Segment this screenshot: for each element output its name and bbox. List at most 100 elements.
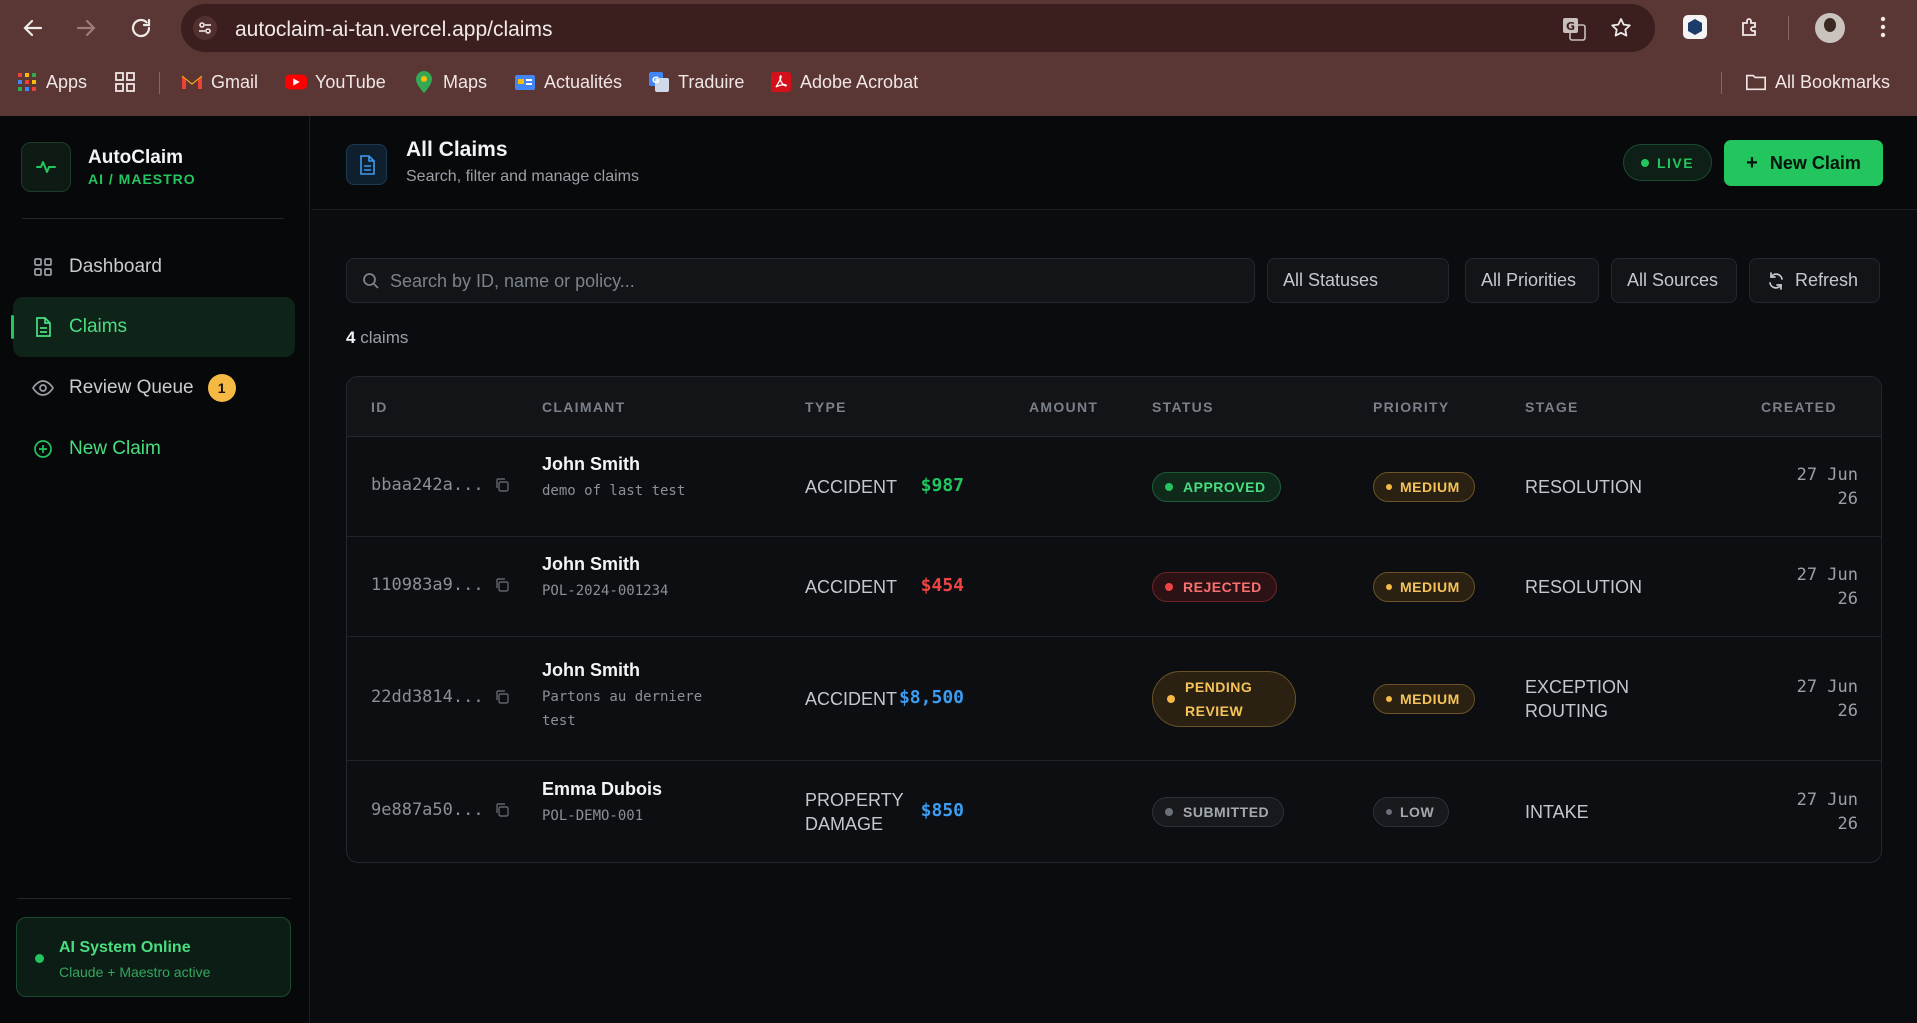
- new-claim-button[interactable]: + New Claim: [1724, 140, 1883, 186]
- priority-dot: [1386, 696, 1392, 702]
- bookmark-actualites[interactable]: Actualités: [514, 70, 622, 94]
- page-title: All Claims: [406, 138, 508, 161]
- bookmark-apps[interactable]: Apps: [16, 70, 87, 94]
- bookmark-adobe-acrobat[interactable]: Adobe Acrobat: [770, 70, 918, 94]
- document-icon: [31, 315, 55, 339]
- grid-icon: [114, 71, 136, 93]
- claim-amount: $987: [920, 475, 964, 496]
- back-button[interactable]: [17, 12, 49, 44]
- folder-icon: [1745, 71, 1767, 93]
- sidebar-item-new-claim[interactable]: New Claim: [13, 419, 295, 479]
- claim-id[interactable]: 9e887a50...: [371, 800, 510, 820]
- sidebar: AutoClaim AI / MAESTRO Dashboard Claims …: [0, 116, 310, 1023]
- claim-id[interactable]: bbaa242a...: [371, 475, 510, 495]
- brand-name: AutoClaim: [88, 147, 183, 168]
- priority-filter-select[interactable]: All Priorities: [1465, 258, 1599, 303]
- claimant-policy: demo of last test: [542, 483, 686, 499]
- ai-status-subtitle: Claude + Maestro active: [59, 964, 211, 980]
- col-id[interactable]: ID: [371, 399, 388, 415]
- search-input[interactable]: Search by ID, name or policy...: [346, 258, 1255, 303]
- address-bar[interactable]: autoclaim-ai-tan.vercel.app/claims G: [181, 4, 1655, 52]
- bookmark-youtube[interactable]: YouTube: [285, 70, 386, 94]
- all-bookmarks[interactable]: All Bookmarks: [1745, 70, 1890, 94]
- profile-avatar[interactable]: [1815, 13, 1845, 43]
- col-priority[interactable]: PRIORITY: [1373, 399, 1450, 415]
- menu-dots-icon[interactable]: [1868, 12, 1898, 42]
- sidebar-item-dashboard[interactable]: Dashboard: [13, 237, 295, 297]
- svg-text:G: G: [1566, 20, 1575, 33]
- table-row[interactable]: 22dd3814... John Smith Partons au derniere…: [347, 637, 1881, 761]
- copy-icon[interactable]: [494, 577, 510, 593]
- refresh-button[interactable]: Refresh: [1749, 258, 1880, 303]
- status-badge: PENDING REVIEW: [1152, 671, 1296, 727]
- bookmark-gmail[interactable]: Gmail: [181, 70, 258, 94]
- claim-created-date: 27 Jun 26: [1796, 565, 1858, 609]
- col-amount[interactable]: AMOUNT: [1029, 399, 1098, 415]
- status-badge: REJECTED: [1152, 572, 1277, 602]
- bookmark-star-icon[interactable]: [1609, 16, 1633, 45]
- gmail-icon: [181, 71, 203, 93]
- ai-status-title: AI System Online: [59, 939, 191, 956]
- sidebar-item-review-queue[interactable]: Review Queue 1: [13, 358, 295, 418]
- table-row[interactable]: bbaa242a... John Smith demo of last test AC…: [347, 437, 1881, 537]
- document-icon: [346, 144, 387, 185]
- bookmark-traduire[interactable]: G Traduire: [648, 70, 744, 94]
- status-dot: [1165, 808, 1173, 816]
- site-settings-icon[interactable]: [193, 16, 217, 40]
- reload-button[interactable]: [125, 12, 157, 44]
- col-claimant[interactable]: CLAIMANT: [542, 399, 626, 415]
- sidebar-item-claims[interactable]: Claims: [11, 297, 295, 357]
- table-row[interactable]: 110983a9... John Smith POL-2024-001234 ACCI…: [347, 537, 1881, 637]
- priority-badge: MEDIUM: [1373, 572, 1475, 602]
- claim-stage: INTAKE: [1525, 802, 1589, 822]
- extension-icon[interactable]: [1680, 12, 1710, 42]
- toolbar-divider: [1788, 16, 1789, 40]
- app-logo[interactable]: [21, 142, 71, 192]
- table-row[interactable]: 9e887a50... Emma Dubois POL-DEMO-001 PROPER…: [347, 761, 1881, 862]
- claimant-policy: POL-2024-001234: [542, 583, 669, 599]
- priority-dot: [1386, 584, 1392, 590]
- copy-icon[interactable]: [494, 802, 510, 818]
- col-status[interactable]: STATUS: [1152, 399, 1214, 415]
- claim-id[interactable]: 22dd3814...: [371, 687, 510, 707]
- status-dot: [1165, 583, 1173, 591]
- browser-chrome: autoclaim-ai-tan.vercel.app/claims G App…: [0, 0, 1917, 116]
- apps-grid-icon: [16, 71, 38, 93]
- translate-icon: G: [648, 71, 670, 93]
- acrobat-icon: [770, 71, 792, 93]
- brand-subtitle: AI / MAESTRO: [88, 171, 196, 187]
- forward-button[interactable]: [70, 12, 102, 44]
- claim-id[interactable]: 110983a9...: [371, 575, 510, 595]
- claimant: John Smith POL-2024-001234: [542, 551, 668, 603]
- plus-circle-icon: [31, 437, 55, 461]
- bookmark-divider: [1721, 72, 1722, 94]
- claimant-name: John Smith: [542, 660, 640, 680]
- live-indicator: LIVE: [1623, 144, 1712, 181]
- col-stage[interactable]: STAGE: [1525, 399, 1579, 415]
- source-filter-select[interactable]: All Sources: [1611, 258, 1737, 303]
- bookmark-tab-groups[interactable]: [114, 70, 144, 94]
- sidebar-divider: [22, 218, 284, 219]
- status-filter-select[interactable]: All Statuses: [1267, 258, 1449, 303]
- review-queue-badge: 1: [207, 374, 236, 402]
- extensions-puzzle-icon[interactable]: [1735, 12, 1765, 42]
- priority-dot: [1386, 484, 1392, 490]
- col-created[interactable]: CREATED: [1761, 399, 1837, 415]
- bookmark-maps[interactable]: Maps: [413, 70, 487, 94]
- claimant-name: John Smith: [542, 454, 640, 474]
- copy-icon[interactable]: [494, 477, 510, 493]
- priority-dot: [1386, 809, 1392, 815]
- copy-icon[interactable]: [494, 689, 510, 705]
- search-icon: [363, 273, 379, 289]
- main-content: Search by ID, name or policy... All Stat…: [311, 211, 1917, 1023]
- status-badge: SUBMITTED: [1152, 797, 1285, 827]
- translate-icon[interactable]: G: [1561, 16, 1587, 47]
- claim-stage: RESOLUTION: [1525, 577, 1643, 597]
- claim-amount: $850: [920, 800, 964, 821]
- sidebar-divider: [17, 898, 291, 899]
- maps-pin-icon: [413, 71, 435, 93]
- page-subtitle: Search, filter and manage claims: [406, 168, 639, 185]
- col-type[interactable]: TYPE: [805, 399, 847, 415]
- table-header: ID CLAIMANT TYPE AMOUNT STATUS PRIORITY …: [347, 377, 1881, 437]
- ai-status-card: AI System Online Claude + Maestro active: [16, 917, 291, 997]
